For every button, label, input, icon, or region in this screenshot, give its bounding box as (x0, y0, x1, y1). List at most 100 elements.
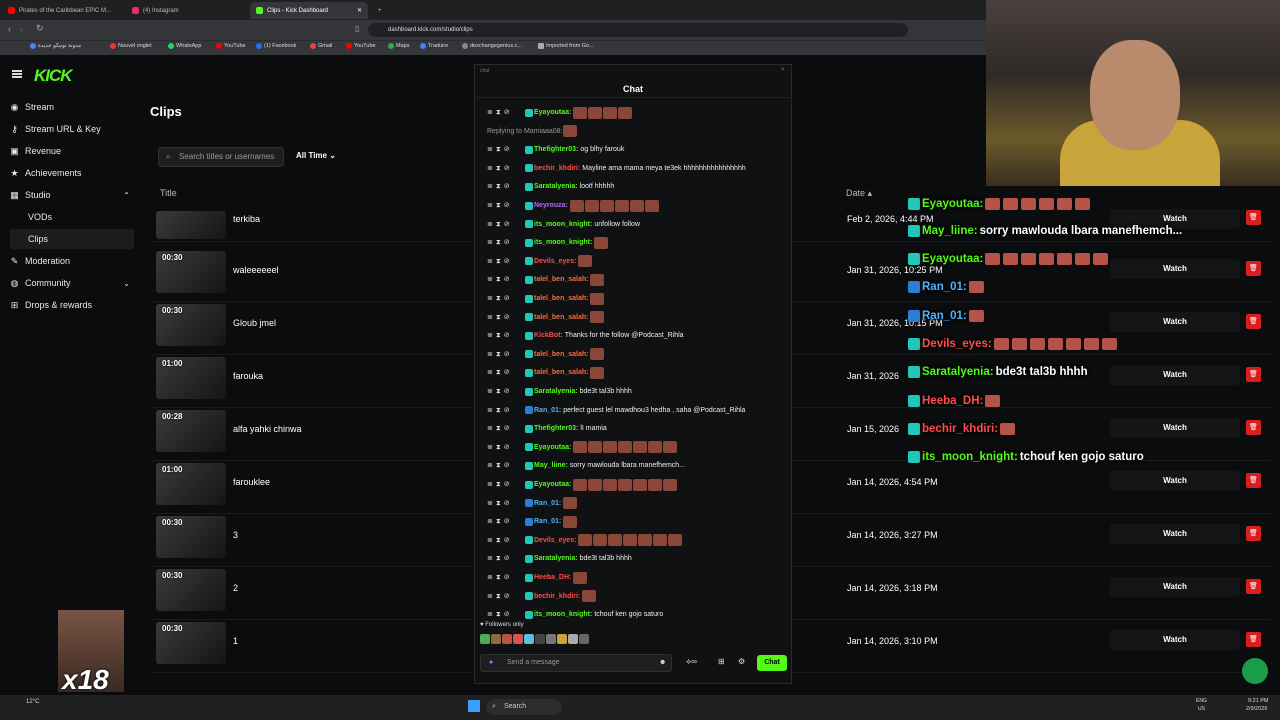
clip-title[interactable]: 3 (233, 530, 238, 540)
chat-username[interactable]: Thefighter03: (534, 146, 578, 153)
mod-actions-icon[interactable]: ≣⧗⊘ (487, 610, 525, 619)
emote-icon[interactable] (524, 634, 534, 644)
watch-button[interactable]: Watch (1110, 471, 1240, 491)
mod-actions-icon[interactable]: ≣⧗⊘ (487, 238, 525, 247)
watch-button[interactable]: Watch (1110, 259, 1240, 279)
chat-username[interactable]: talel_ben_salah: (534, 369, 588, 376)
mod-actions-icon[interactable]: ≣⧗⊘ (487, 331, 525, 340)
nav-stream[interactable]: ◉ Stream (10, 97, 134, 117)
chat-username[interactable]: Eyayoutaa: (534, 444, 571, 451)
chat-message[interactable]: ≣⧗⊘ Ran_01: (487, 495, 787, 512)
mod-actions-icon[interactable]: ≣⧗⊘ (487, 573, 525, 582)
clip-title[interactable]: 2 (233, 583, 238, 593)
chat-message[interactable]: ≣⧗⊘ Devils_eyes: (487, 532, 787, 549)
mod-actions-icon[interactable]: ≣⧗⊘ (487, 499, 525, 508)
mod-actions-icon[interactable]: ≣⧗⊘ (487, 220, 525, 229)
weather-widget[interactable]: 12°C (26, 699, 39, 705)
clip-title[interactable]: 1 (233, 636, 238, 646)
clip-thumbnail[interactable] (156, 211, 226, 239)
mod-actions-icon[interactable]: ≣⧗⊘ (487, 164, 525, 173)
bookmark-folder[interactable]: Imported from Go... (538, 43, 594, 49)
mod-actions-icon[interactable]: ≣⧗⊘ (487, 350, 525, 359)
reload-icon[interactable]: ↻ (36, 23, 44, 34)
url-field[interactable]: dashboard.kick.com/studio/clips (368, 23, 908, 37)
column-title[interactable]: Title (160, 188, 177, 198)
emote-icon[interactable] (535, 634, 545, 644)
windows-start-icon[interactable] (468, 700, 480, 712)
mod-actions-icon[interactable]: ≣⧗⊘ (487, 443, 525, 452)
close-icon[interactable]: × (781, 67, 785, 73)
nav-achievements[interactable]: ★ Achievements (10, 163, 134, 183)
chat-username[interactable]: Devils_eyes: (534, 537, 576, 544)
watch-button[interactable]: Watch (1110, 524, 1240, 544)
mod-actions-icon[interactable]: ≣⧗⊘ (487, 145, 525, 154)
delete-icon[interactable]: 🗑 (1246, 632, 1261, 647)
chat-username[interactable]: Saratalyenia: (534, 388, 578, 395)
chat-message[interactable]: ≣⧗⊘ bechir_khdiri: (487, 588, 787, 605)
bookmark-item[interactable]: Nouvel onglet (110, 43, 152, 49)
chat-username[interactable]: Ran_01: (534, 500, 561, 507)
chat-username[interactable]: talel_ben_salah: (534, 314, 588, 321)
gift-icon[interactable]: ⊞ (718, 657, 725, 666)
delete-icon[interactable]: 🗑 (1246, 314, 1261, 329)
emote-icon[interactable] (513, 634, 523, 644)
chat-message[interactable]: ≣⧗⊘ talel_ben_salah: (487, 309, 787, 326)
chat-username[interactable]: Saratalyenia: (534, 183, 578, 190)
language-indicator[interactable]: ENG (1196, 698, 1207, 704)
nav-stream-key[interactable]: ⚷ Stream URL & Key (10, 119, 134, 139)
mod-actions-icon[interactable]: ≣⧗⊘ (487, 294, 525, 303)
browser-tab-instagram[interactable]: (4) Instagram (126, 2, 246, 19)
bookmark-icon[interactable]: ▯ (355, 24, 359, 33)
chat-username[interactable]: Saratalyenia: (534, 555, 578, 562)
chat-username[interactable]: bechir_khdiri: (534, 593, 580, 600)
chat-username[interactable]: its_moon_knight: (534, 611, 592, 618)
chat-message[interactable]: ≣⧗⊘ Saratalyenia: lootf hhhhh (487, 178, 787, 195)
close-tab-icon[interactable]: ✕ (357, 7, 362, 14)
bookmark-item[interactable]: Traduire (420, 43, 448, 49)
chat-message[interactable]: ≣⧗⊘ Eyayoutaa: (487, 476, 787, 493)
emote-icon[interactable] (502, 634, 512, 644)
bookmark-item[interactable]: مدونة تونيكو جديدة (30, 43, 81, 49)
chat-username[interactable]: Neyrouza: (534, 202, 568, 209)
menu-icon[interactable] (12, 70, 22, 78)
emote-row[interactable] (480, 634, 640, 646)
chat-username[interactable]: its_moon_knight: (534, 221, 592, 228)
watch-button[interactable]: Watch (1110, 418, 1240, 438)
chat-message[interactable]: ≣⧗⊘ Neyrouza: (487, 197, 787, 214)
mod-actions-icon[interactable]: ≣⧗⊘ (487, 313, 525, 322)
mod-actions-icon[interactable]: ≣⧗⊘ (487, 592, 525, 601)
column-date[interactable]: Date ▴ (846, 188, 872, 199)
chat-message[interactable]: ≣⧗⊘ its_moon_knight: unfollow follow (487, 216, 787, 233)
chat-username[interactable]: Heeba_DH: (534, 574, 571, 581)
clip-title[interactable]: alfa yahki chinwa (233, 424, 302, 434)
nav-community[interactable]: ◍ Community ⌄ (10, 273, 134, 293)
points-icon[interactable]: ⟡∞ (686, 657, 697, 667)
chat-message[interactable]: ≣⧗⊘ Heeba_DH: (487, 569, 787, 586)
mod-actions-icon[interactable]: ≣⧗⊘ (487, 108, 525, 117)
chat-message[interactable]: ≣⧗⊘ Saratalyenia: bde3t tal3b hhhh (487, 550, 787, 567)
mod-actions-icon[interactable]: ≣⧗⊘ (487, 480, 525, 489)
mod-actions-icon[interactable]: ≣⧗⊘ (487, 424, 525, 433)
nav-vods[interactable]: VODs (10, 207, 134, 227)
chat-username[interactable]: Devils_eyes: (534, 258, 576, 265)
chat-username[interactable]: talel_ben_salah: (534, 295, 588, 302)
mod-actions-icon[interactable]: ≣⧗⊘ (487, 387, 525, 396)
mod-actions-icon[interactable]: ≣⧗⊘ (487, 275, 525, 284)
chat-message[interactable]: ≣⧗⊘ Thefighter03: lI mamia (487, 420, 787, 437)
chat-message[interactable]: ≣⧗⊘ Thefighter03: og blhy farouk (487, 141, 787, 158)
chat-username[interactable]: Thefighter03: (534, 425, 578, 432)
chat-username[interactable]: Eyayoutaa: (534, 109, 571, 116)
emote-icon[interactable] (546, 634, 556, 644)
message-input[interactable]: ● Send a message ☻ (480, 654, 672, 672)
clip-title[interactable]: terkiba (233, 214, 260, 224)
clip-title[interactable]: waleeeeeel (233, 265, 279, 275)
delete-icon[interactable]: 🗑 (1246, 579, 1261, 594)
mod-actions-icon[interactable]: ≣⧗⊘ (487, 182, 525, 191)
delete-icon[interactable]: 🗑 (1246, 473, 1261, 488)
mod-actions-icon[interactable]: ≣⧗⊘ (487, 536, 525, 545)
emote-icon[interactable] (568, 634, 578, 644)
clip-title[interactable]: farouklee (233, 477, 270, 487)
mod-actions-icon[interactable]: ≣⧗⊘ (487, 517, 525, 526)
bookmark-item[interactable]: Gmail (310, 43, 332, 49)
chat-username[interactable]: its_moon_knight: (534, 239, 592, 246)
